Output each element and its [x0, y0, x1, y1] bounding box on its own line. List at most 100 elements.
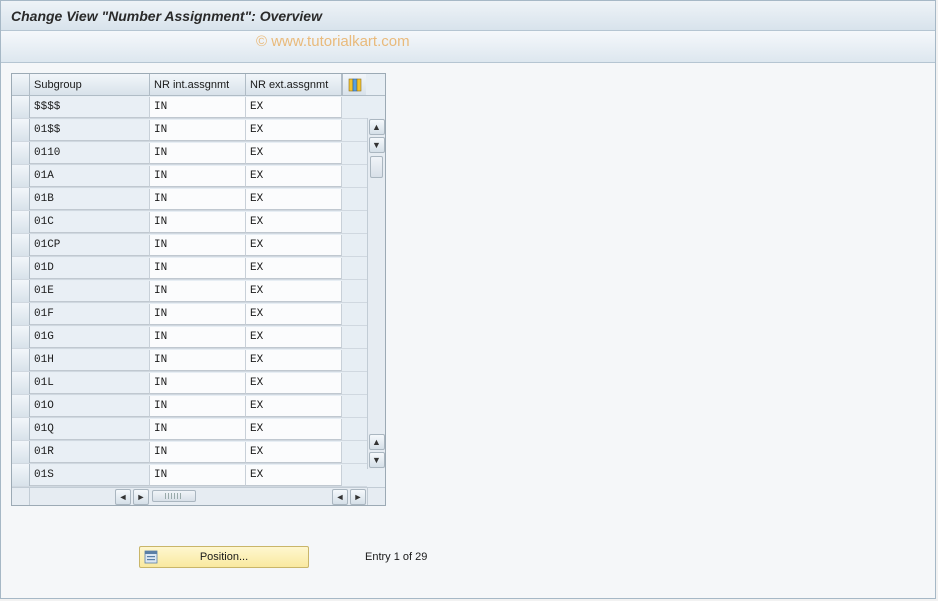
cell-nr-int[interactable]: IN — [150, 281, 246, 302]
row-marker[interactable] — [12, 280, 30, 302]
cell-nr-int[interactable]: IN — [150, 212, 246, 233]
cell-subgroup[interactable]: 01O — [30, 396, 150, 417]
hscroll-left-1[interactable]: ◄ — [115, 489, 131, 505]
column-header-subgroup[interactable]: Subgroup — [30, 74, 150, 95]
cell-subgroup[interactable]: 0110 — [30, 143, 150, 164]
cell-nr-int[interactable]: IN — [150, 373, 246, 394]
horizontal-scrollbar: ◄ ► ◄ ► — [12, 487, 385, 505]
cell-subgroup[interactable]: 01G — [30, 327, 150, 348]
hscroll-right-2[interactable]: ► — [350, 489, 366, 505]
hscroll-right-1[interactable]: ► — [133, 489, 149, 505]
cell-nr-ext[interactable]: EX — [246, 97, 342, 118]
table-row: 01FINEX — [12, 303, 367, 326]
row-marker[interactable] — [12, 441, 30, 463]
cell-nr-int[interactable]: IN — [150, 419, 246, 440]
row-marker[interactable] — [12, 257, 30, 279]
scroll-page-down-button[interactable]: ▼ — [369, 452, 385, 468]
position-button[interactable]: Position... — [139, 546, 309, 568]
row-marker[interactable] — [12, 211, 30, 233]
cell-subgroup[interactable]: 01A — [30, 166, 150, 187]
cell-nr-int[interactable]: IN — [150, 442, 246, 463]
cell-nr-ext[interactable]: EX — [246, 212, 342, 233]
cell-nr-int[interactable]: IN — [150, 166, 246, 187]
table-row: 0110INEX — [12, 142, 367, 165]
cell-nr-int[interactable]: IN — [150, 235, 246, 256]
cell-nr-ext[interactable]: EX — [246, 235, 342, 256]
cell-subgroup[interactable]: 01$$ — [30, 120, 150, 141]
column-header-nr-int[interactable]: NR int.assgnmt — [150, 74, 246, 95]
table-settings-icon — [348, 78, 362, 92]
cell-nr-int[interactable]: IN — [150, 143, 246, 164]
table-row: 01QINEX — [12, 418, 367, 441]
scroll-down-button[interactable]: ▼ — [369, 137, 385, 153]
cell-subgroup[interactable]: $$$$ — [30, 97, 150, 118]
cell-nr-ext[interactable]: EX — [246, 189, 342, 210]
row-marker[interactable] — [12, 464, 30, 486]
number-assignment-grid: Subgroup NR int.assgnmt NR ext.assgnmt $… — [11, 73, 386, 506]
sap-window: Change View "Number Assignment": Overvie… — [0, 0, 936, 599]
cell-subgroup[interactable]: 01D — [30, 258, 150, 279]
table-row: 01EINEX — [12, 280, 367, 303]
cell-nr-ext[interactable]: EX — [246, 350, 342, 371]
hscroll-track-1[interactable] — [150, 488, 270, 505]
cell-nr-ext[interactable]: EX — [246, 304, 342, 325]
row-marker[interactable] — [12, 234, 30, 256]
column-header-nr-ext[interactable]: NR ext.assgnmt — [246, 74, 342, 95]
cell-nr-int[interactable]: IN — [150, 350, 246, 371]
cell-nr-int[interactable]: IN — [150, 304, 246, 325]
cell-nr-ext[interactable]: EX — [246, 465, 342, 486]
row-marker[interactable] — [12, 188, 30, 210]
row-marker[interactable] — [12, 418, 30, 440]
cell-subgroup[interactable]: 01Q — [30, 419, 150, 440]
scroll-up-button[interactable]: ▲ — [369, 119, 385, 135]
vertical-scroll-track[interactable] — [368, 154, 385, 433]
cell-nr-int[interactable]: IN — [150, 120, 246, 141]
cell-subgroup[interactable]: 01CP — [30, 235, 150, 256]
cell-subgroup[interactable]: 01R — [30, 442, 150, 463]
hscroll-thumb-1[interactable] — [152, 490, 196, 502]
cell-nr-ext[interactable]: EX — [246, 396, 342, 417]
cell-nr-int[interactable]: IN — [150, 327, 246, 348]
cell-subgroup[interactable]: 01L — [30, 373, 150, 394]
row-marker[interactable] — [12, 142, 30, 164]
vertical-scrollbar[interactable]: ▲ ▼ ▲ ▼ — [367, 118, 385, 469]
cell-nr-int[interactable]: IN — [150, 465, 246, 486]
row-marker[interactable] — [12, 119, 30, 141]
cell-subgroup[interactable]: 01H — [30, 350, 150, 371]
cell-nr-ext[interactable]: EX — [246, 281, 342, 302]
cell-nr-ext[interactable]: EX — [246, 419, 342, 440]
cell-nr-ext[interactable]: EX — [246, 327, 342, 348]
cell-subgroup[interactable]: 01F — [30, 304, 150, 325]
row-marker[interactable] — [12, 303, 30, 325]
row-marker[interactable] — [12, 326, 30, 348]
row-marker[interactable] — [12, 395, 30, 417]
cell-nr-ext[interactable]: EX — [246, 166, 342, 187]
table-row: $$$$INEX — [12, 96, 367, 119]
row-marker[interactable] — [12, 349, 30, 371]
cell-subgroup[interactable]: 01S — [30, 465, 150, 486]
row-marker-header[interactable] — [12, 74, 30, 95]
row-marker[interactable] — [12, 372, 30, 394]
cell-subgroup[interactable]: 01B — [30, 189, 150, 210]
scroll-page-up-button[interactable]: ▲ — [369, 434, 385, 450]
cell-nr-ext[interactable]: EX — [246, 258, 342, 279]
cell-nr-int[interactable]: IN — [150, 396, 246, 417]
table-settings-button[interactable] — [342, 74, 366, 95]
cell-nr-int[interactable]: IN — [150, 189, 246, 210]
vertical-scroll-thumb[interactable] — [370, 156, 383, 178]
cell-nr-int[interactable]: IN — [150, 97, 246, 118]
cell-nr-ext[interactable]: EX — [246, 143, 342, 164]
cell-nr-ext[interactable]: EX — [246, 373, 342, 394]
cell-nr-int[interactable]: IN — [150, 258, 246, 279]
hscroll-left-2[interactable]: ◄ — [332, 489, 348, 505]
cell-subgroup[interactable]: 01C — [30, 212, 150, 233]
hscroll-spacer — [12, 488, 30, 505]
table-row: 01CINEX — [12, 211, 367, 234]
row-marker[interactable] — [12, 165, 30, 187]
cell-nr-ext[interactable]: EX — [246, 120, 342, 141]
cell-nr-ext[interactable]: EX — [246, 442, 342, 463]
hscroll-track-2[interactable] — [270, 488, 331, 505]
cell-subgroup[interactable]: 01E — [30, 281, 150, 302]
row-marker[interactable] — [12, 96, 30, 118]
table-row: 01AINEX — [12, 165, 367, 188]
